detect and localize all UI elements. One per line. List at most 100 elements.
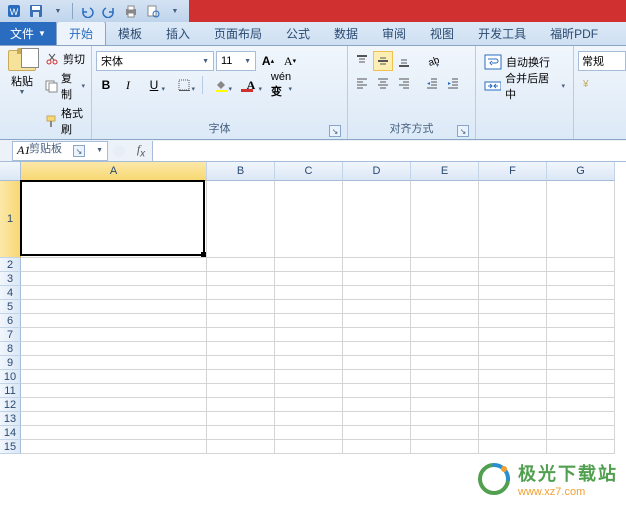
cell[interactable] [547, 426, 615, 440]
cell[interactable] [207, 181, 275, 258]
paste-button[interactable]: 粘贴 ▼ [4, 48, 40, 96]
cell[interactable] [343, 356, 411, 370]
cell[interactable] [547, 300, 615, 314]
cell[interactable] [411, 300, 479, 314]
cell[interactable] [343, 181, 411, 258]
print-preview-icon[interactable] [143, 2, 163, 20]
cell[interactable] [275, 272, 343, 286]
row-header[interactable]: 15 [0, 440, 21, 454]
qat-more-icon[interactable]: ▼ [48, 2, 68, 20]
tab-developer[interactable]: 开发工具 [466, 21, 538, 45]
qat-customize-icon[interactable]: ▼ [165, 2, 185, 20]
align-center-button[interactable] [373, 73, 393, 93]
cell[interactable] [21, 258, 207, 272]
cell[interactable] [411, 328, 479, 342]
cell[interactable] [547, 181, 615, 258]
currency-button[interactable]: ¥ [578, 73, 598, 93]
cell[interactable] [343, 342, 411, 356]
column-header[interactable]: D [343, 162, 411, 181]
row-header[interactable]: 13 [0, 412, 21, 426]
save-icon[interactable] [26, 2, 46, 20]
select-all-corner[interactable] [0, 162, 21, 181]
cell[interactable] [547, 258, 615, 272]
underline-button[interactable]: U▾ [140, 75, 168, 95]
italic-button[interactable]: I [118, 75, 138, 95]
cell[interactable] [275, 356, 343, 370]
cell[interactable] [343, 426, 411, 440]
cell[interactable] [343, 314, 411, 328]
cell[interactable] [547, 384, 615, 398]
cut-button[interactable]: 剪切 [42, 50, 87, 68]
tab-page-layout[interactable]: 页面布局 [202, 21, 274, 45]
cell[interactable] [21, 370, 207, 384]
cell[interactable] [275, 181, 343, 258]
tab-foxit-pdf[interactable]: 福昕PDF [538, 21, 610, 45]
cell[interactable] [275, 384, 343, 398]
font-color-button[interactable]: A ▾ [237, 75, 265, 95]
cell[interactable] [275, 398, 343, 412]
row-header[interactable]: 14 [0, 426, 21, 440]
cell[interactable] [479, 300, 547, 314]
cell[interactable] [547, 440, 615, 454]
phonetic-guide-button[interactable]: wén变▾ [267, 75, 295, 95]
decrease-indent-button[interactable] [422, 73, 442, 93]
redo-icon[interactable] [99, 2, 119, 20]
cell[interactable] [207, 384, 275, 398]
cell[interactable] [275, 300, 343, 314]
cell[interactable] [207, 426, 275, 440]
cell[interactable] [411, 272, 479, 286]
cell[interactable] [343, 398, 411, 412]
cell[interactable] [207, 440, 275, 454]
align-top-button[interactable] [352, 51, 372, 71]
cell[interactable] [411, 370, 479, 384]
cell[interactable] [547, 328, 615, 342]
column-header[interactable]: A [21, 162, 207, 181]
cell[interactable] [343, 272, 411, 286]
increase-indent-button[interactable] [443, 73, 463, 93]
cell[interactable] [21, 412, 207, 426]
cell[interactable] [479, 412, 547, 426]
decrease-font-button[interactable]: A▾ [280, 51, 300, 71]
cell[interactable] [21, 342, 207, 356]
undo-icon[interactable] [77, 2, 97, 20]
cell[interactable] [207, 258, 275, 272]
cancel-formula-button[interactable] [108, 141, 130, 161]
cell[interactable] [411, 398, 479, 412]
cell[interactable] [207, 300, 275, 314]
row-header[interactable]: 6 [0, 314, 21, 328]
tab-home[interactable]: 开始 [56, 21, 106, 45]
cell[interactable] [275, 314, 343, 328]
formula-input[interactable] [152, 141, 626, 161]
cell[interactable] [547, 398, 615, 412]
cell[interactable] [207, 398, 275, 412]
cell[interactable] [21, 440, 207, 454]
cell[interactable] [207, 412, 275, 426]
cell[interactable] [547, 356, 615, 370]
copy-button[interactable]: 复制 ▾ [42, 69, 87, 103]
cell[interactable] [21, 398, 207, 412]
row-header[interactable]: 8 [0, 342, 21, 356]
cell[interactable] [207, 342, 275, 356]
row-header[interactable]: 12 [0, 398, 21, 412]
cell[interactable] [547, 370, 615, 384]
cell[interactable] [343, 258, 411, 272]
cell[interactable] [343, 412, 411, 426]
cell[interactable] [411, 258, 479, 272]
cell[interactable] [479, 286, 547, 300]
cell[interactable] [21, 181, 207, 258]
merge-center-button[interactable]: 合并后居中 ▾ [480, 75, 569, 97]
cell[interactable] [21, 426, 207, 440]
cell[interactable] [479, 272, 547, 286]
row-header[interactable]: 9 [0, 356, 21, 370]
cell[interactable] [547, 314, 615, 328]
tab-review[interactable]: 审阅 [370, 21, 418, 45]
cell[interactable] [479, 398, 547, 412]
column-header[interactable]: C [275, 162, 343, 181]
orientation-button[interactable]: ab▾ [422, 51, 442, 71]
row-header[interactable]: 2 [0, 258, 21, 272]
cell[interactable] [411, 342, 479, 356]
cell[interactable] [207, 286, 275, 300]
borders-button[interactable]: ▾ [170, 75, 198, 95]
align-bottom-button[interactable] [394, 51, 414, 71]
row-header[interactable]: 3 [0, 272, 21, 286]
